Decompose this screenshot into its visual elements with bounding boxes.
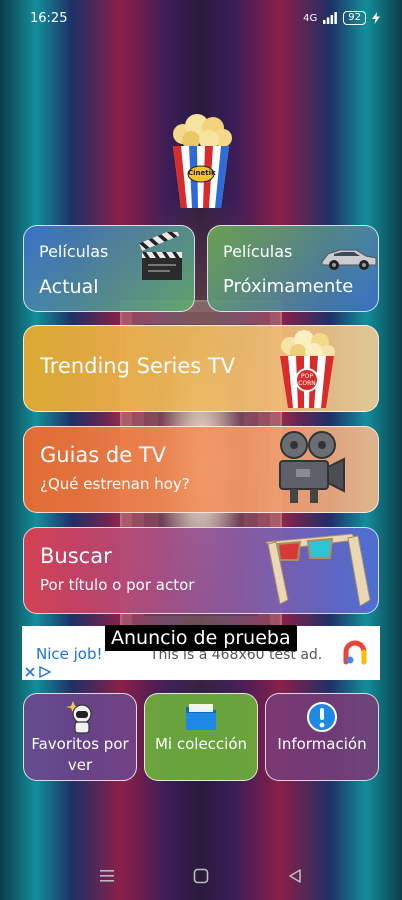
informacion-button[interactable]: Información	[265, 693, 379, 781]
ad-choices-icon[interactable]	[24, 666, 54, 678]
status-icons: 4G 92	[303, 11, 380, 25]
buscar-subtitle: Por título o por actor	[40, 576, 195, 594]
informacion-label: Información	[277, 735, 367, 753]
folder-icon	[186, 704, 216, 730]
peliculas-actual-line2: Actual	[39, 276, 99, 298]
mi-coleccion-button[interactable]: Mi colección	[144, 693, 258, 781]
svg-text:POP: POP	[301, 373, 313, 380]
buscar-button[interactable]: Buscar Por título o por actor	[23, 527, 379, 614]
folder-icon-wrap	[185, 700, 217, 734]
back-button[interactable]	[275, 856, 315, 896]
svg-text:CORN: CORN	[298, 380, 316, 387]
trending-title: Trending Series TV	[40, 354, 236, 378]
astronaut-icon-wrap	[65, 700, 95, 734]
info-icon	[307, 702, 337, 732]
battery-level: 92	[343, 11, 366, 25]
signal-icon	[323, 12, 338, 24]
menu-icon	[100, 870, 114, 882]
info-icon-wrap	[306, 700, 338, 734]
navigation-bar	[0, 852, 402, 900]
film-camera-icon	[279, 431, 345, 503]
trending-series-tv-button[interactable]: Trending Series TV POP CORN	[23, 325, 379, 412]
favoritos-label: Favoritos por ver	[31, 735, 129, 774]
clapperboard-icon	[139, 232, 182, 280]
network-label: 4G	[303, 12, 318, 24]
peliculas-proximamente-button[interactable]: Películas Próximamente	[207, 225, 379, 312]
guias-de-tv-button[interactable]: Guias de TV ¿Qué estrenan hoy?	[23, 426, 379, 513]
favoritos-por-ver-button[interactable]: Favoritos por ver	[23, 693, 137, 781]
coleccion-label: Mi colección	[154, 735, 248, 753]
buscar-title: Buscar	[40, 544, 112, 568]
logo-text: Cinetik	[188, 169, 216, 177]
admob-logo-icon	[343, 640, 367, 665]
status-bar: 16:25 4G 92	[0, 0, 402, 36]
peliculas-proximamente-line2: Próximamente	[223, 276, 354, 297]
peliculas-actual-button[interactable]: Películas Actual	[23, 225, 195, 312]
3d-glasses-icon	[264, 533, 371, 607]
car-icon	[321, 249, 377, 270]
peliculas-proximamente-line1: Películas	[223, 242, 293, 261]
home-icon	[193, 868, 209, 884]
back-icon	[289, 869, 301, 883]
ad-banner[interactable]: Nice job! This is a 468x60 test ad. Anun…	[22, 625, 380, 680]
popcorn-icon: POP CORN	[280, 330, 335, 408]
guias-title: Guias de TV	[40, 443, 167, 467]
ad-test-label: Anuncio de prueba	[105, 625, 297, 651]
peliculas-actual-line1: Películas	[39, 242, 109, 261]
popcorn-logo-icon	[173, 114, 232, 208]
ad-nice-text: Nice job!	[36, 645, 103, 663]
status-time: 16:25	[30, 10, 68, 26]
recent-apps-button[interactable]	[87, 856, 127, 896]
guias-subtitle: ¿Qué estrenan hoy?	[40, 475, 190, 493]
home-button[interactable]	[181, 856, 221, 896]
charging-icon	[372, 12, 380, 24]
astronaut-icon	[66, 701, 92, 734]
